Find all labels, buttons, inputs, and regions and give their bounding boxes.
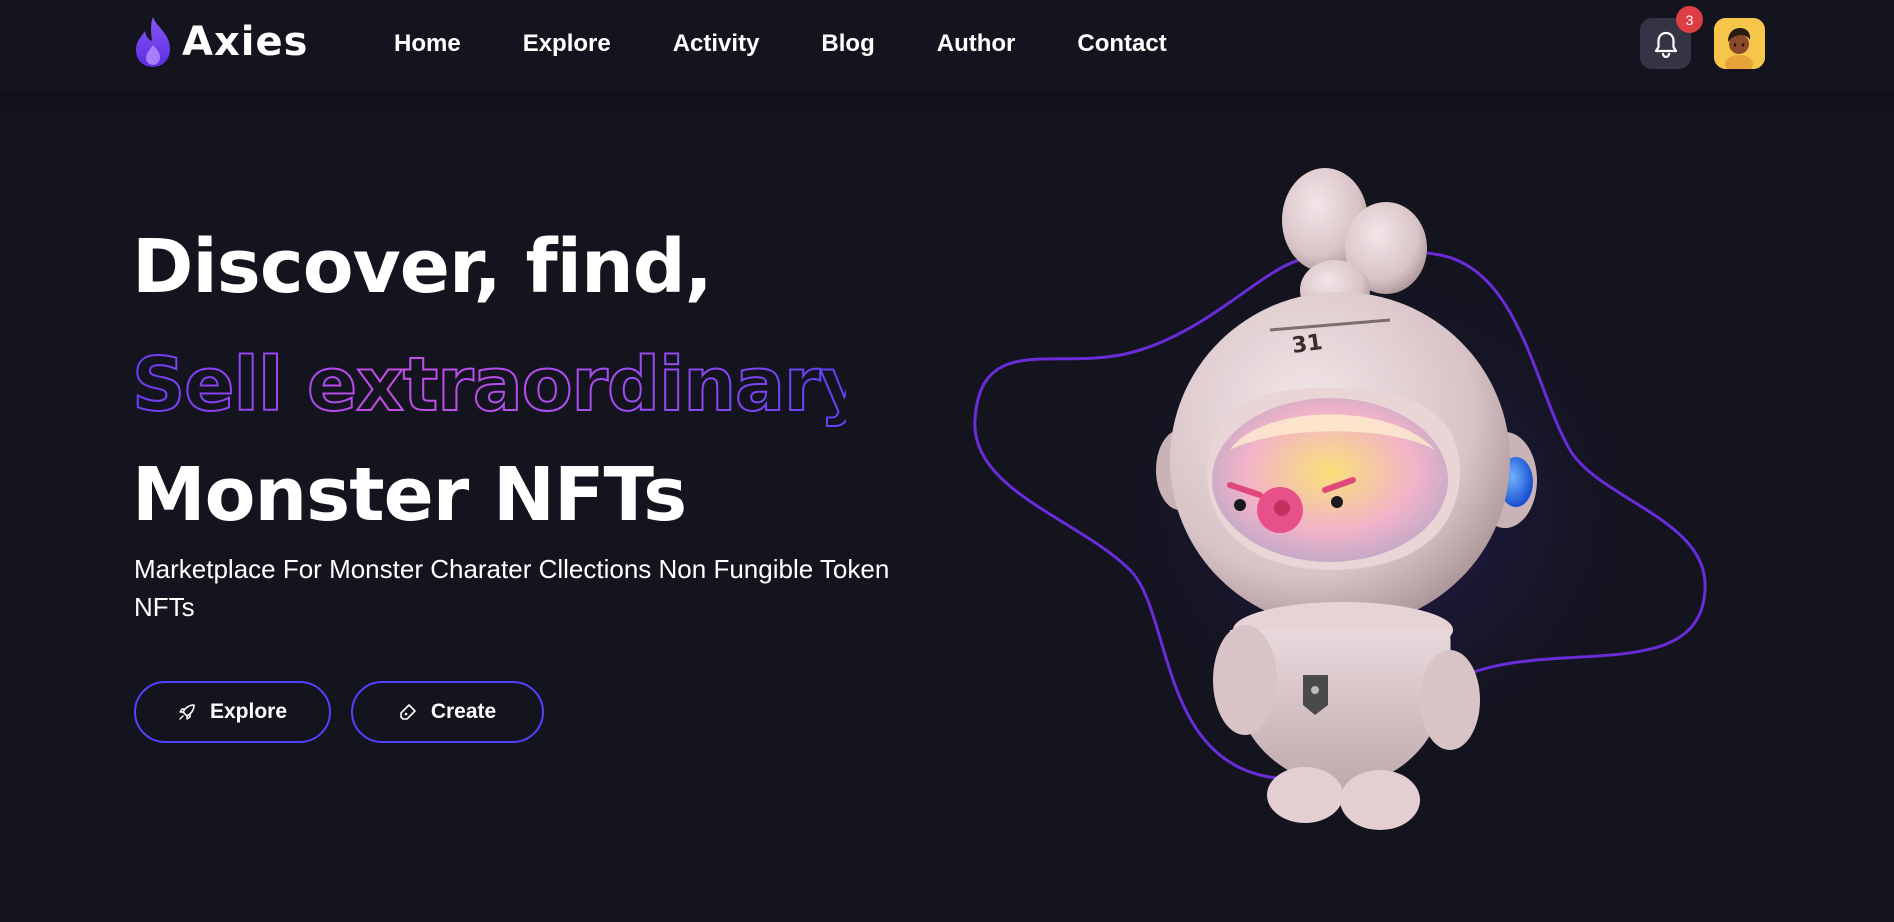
avatar[interactable] [1714,18,1765,69]
main-nav: Home Explore Activity Blog Author Contac… [394,26,1229,62]
site-header: Axies Home Explore Activity Blog Author … [0,0,1894,92]
nav-item-contact[interactable]: Contact [1077,26,1166,62]
explore-button[interactable]: Explore [134,681,331,743]
nav-item-home[interactable]: Home [394,26,461,62]
notification-count-badge: 3 [1676,6,1703,33]
nav-item-explore[interactable]: Explore [523,26,611,62]
note-icon [400,704,416,720]
helmet-number: 31 [1290,330,1324,359]
hero-heading-line-3: Monster NFTs [132,452,687,538]
nav-item-blog[interactable]: Blog [821,26,874,62]
brand-name: Axies [182,19,309,65]
rocket-icon [179,704,195,720]
hero-artwork: 31 [973,168,1707,830]
explore-button-label: Explore [209,700,288,723]
profile-avatar-icon [1714,18,1765,69]
hero-subtitle: Marketplace For Monster Charater Cllecti… [134,554,890,622]
hero-heading-line-1: Discover, find, [132,224,713,310]
bell-icon [1654,31,1677,58]
hero-outline-text: Sell extraordinary [132,342,846,428]
nav-item-author[interactable]: Author [937,26,1016,62]
nav-item-activity[interactable]: Activity [673,26,760,62]
logo[interactable]: Axies [132,12,308,72]
create-button-label: Create [430,700,497,723]
hero-heading-line-2: Sell extraordinary [131,341,846,429]
create-button[interactable]: Create [351,681,544,743]
flame-logo-icon [136,17,170,67]
